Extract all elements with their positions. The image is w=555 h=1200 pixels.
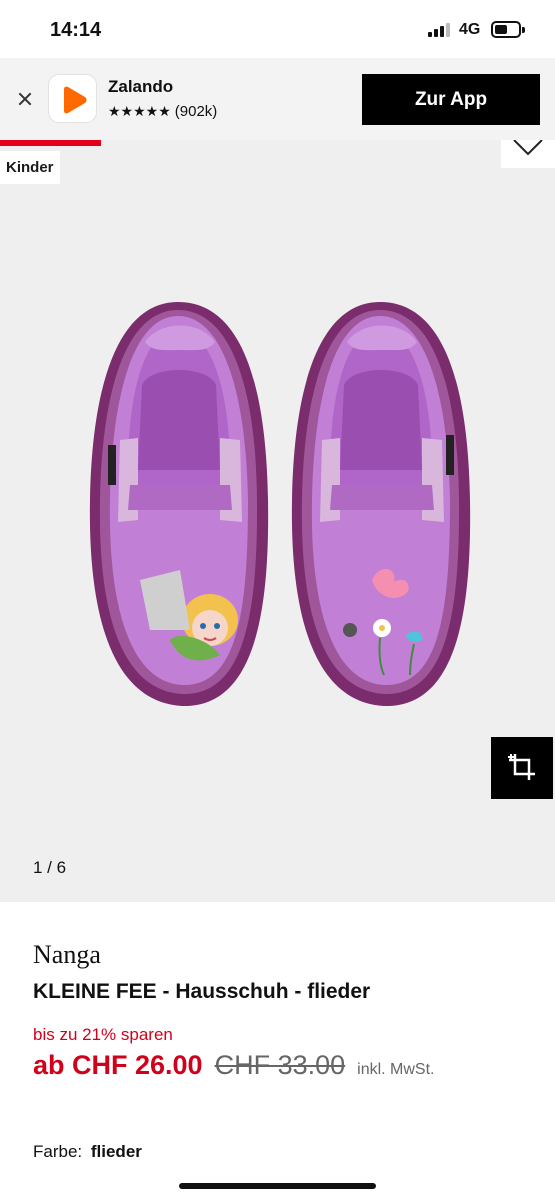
wishlist-button[interactable] xyxy=(501,140,555,168)
open-app-button[interactable]: Zur App xyxy=(362,74,540,125)
battery-icon xyxy=(491,21,525,38)
rating-stars-icon: ★★★★★ xyxy=(108,103,171,119)
app-name: Zalando xyxy=(108,77,174,96)
network-type: 4G xyxy=(459,21,481,38)
view-similar-button[interactable] xyxy=(491,737,553,799)
original-price: CHF 33.00 xyxy=(214,1050,346,1080)
heart-icon xyxy=(513,140,543,156)
current-price: ab CHF 26.00 xyxy=(33,1050,203,1080)
rating-count: (902k) xyxy=(174,103,218,120)
tax-note: inkl. MwSt. xyxy=(357,1061,435,1078)
signal-icon xyxy=(428,23,454,37)
zalando-app-icon xyxy=(48,74,97,123)
product-title: KLEINE FEE - Hausschuh - flieder xyxy=(33,980,371,1003)
color-value: flieder xyxy=(90,1142,142,1161)
crop-icon xyxy=(508,754,535,780)
color-selector[interactable]: Farbe: flieder xyxy=(33,1142,142,1162)
category-badge: Kinder xyxy=(0,151,60,184)
image-pager: 1 / 6 xyxy=(33,858,67,877)
close-icon[interactable] xyxy=(13,87,37,111)
product-image-slippers xyxy=(89,302,471,707)
right-slipper xyxy=(291,302,471,707)
product-brand[interactable]: Nanga xyxy=(33,940,101,970)
color-label: Farbe: xyxy=(33,1142,83,1161)
product-image-gallery[interactable]: Kinder 1 / 6 xyxy=(0,140,555,902)
left-slipper xyxy=(89,302,269,707)
app-rating: ★★★★★ (902k) xyxy=(108,103,217,120)
home-indicator[interactable] xyxy=(179,1183,376,1189)
status-time: 14:14 xyxy=(50,19,102,41)
status-bar: 14:14 4G xyxy=(0,0,555,58)
savings-label: bis zu 21% sparen xyxy=(33,1025,173,1044)
price-row: ab CHF 26.00 CHF 33.00 inkl. MwSt. xyxy=(33,1050,434,1081)
progress-accent-bar xyxy=(0,140,101,146)
app-install-banner: Zalando ★★★★★ (902k) Zur App xyxy=(0,58,555,140)
